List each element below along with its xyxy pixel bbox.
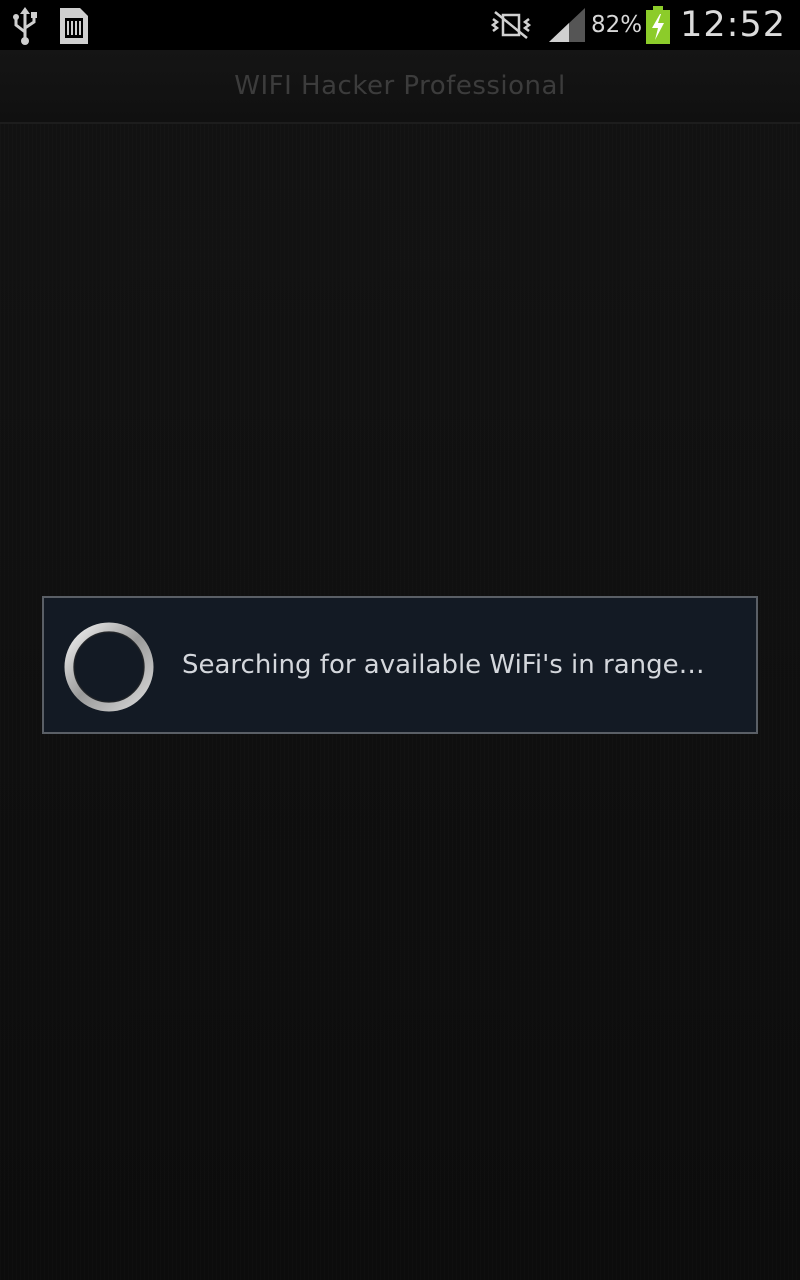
app-title: WIFI Hacker Professional (234, 71, 566, 101)
title-bar: WIFI Hacker Professional (0, 50, 800, 124)
sd-card-icon (56, 6, 92, 46)
screen: 82% 12:52 WIFI Hacker Professional Searc… (0, 0, 800, 1280)
system-icons: 82% 12:52 (491, 0, 786, 50)
spinner-icon (62, 620, 156, 714)
usb-icon (10, 6, 40, 46)
notification-icons (10, 6, 92, 46)
battery-percent: 82% (591, 12, 643, 38)
dialog-message: Searching for available WiFi's in range… (182, 650, 705, 680)
vibrate-mute-icon (491, 10, 531, 40)
clock: 12:52 (680, 5, 786, 45)
progress-dialog: Searching for available WiFi's in range… (42, 596, 758, 734)
signal-icon (549, 8, 585, 42)
status-bar: 82% 12:52 (0, 0, 800, 50)
battery-charging-icon (646, 6, 671, 44)
